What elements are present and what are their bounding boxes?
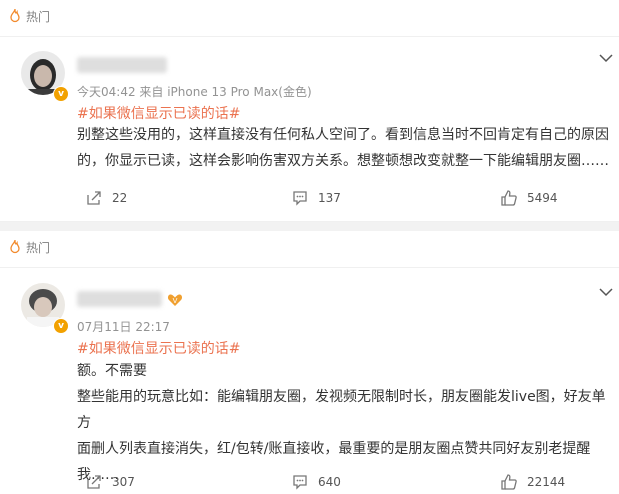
post-text-line: 面删人列表直接消失，红/包转/账直接收，最重要的是朋友圈点赞共同好友别老提醒 <box>77 441 591 457</box>
like-button[interactable]: 22144 <box>501 474 565 490</box>
hashtag-link[interactable]: #如果微信显示已读的话# <box>77 103 240 123</box>
hot-header: 热门 <box>8 6 50 26</box>
member-badge-icon: V <box>167 292 183 306</box>
like-count: 5494 <box>527 191 558 205</box>
verified-badge-icon: v <box>53 318 69 334</box>
thumbs-up-icon <box>501 190 517 206</box>
repost-button[interactable]: 22 <box>86 190 127 206</box>
hot-label: 热门 <box>26 240 51 255</box>
chevron-down-icon[interactable] <box>599 48 613 63</box>
post-meta: 07月11日 22:17 <box>77 320 170 334</box>
hashtag-link[interactable]: #如果微信显示已读的话# <box>77 338 240 358</box>
svg-text:V: V <box>173 297 178 305</box>
post-text-line: 整些能用的玩意比如：能编辑朋友圈，发视频无限制时长，朋友圈能发live图，好友单… <box>77 389 606 431</box>
repost-count: 307 <box>112 475 135 489</box>
post-meta: 今天04:42 来自 iPhone 13 Pro Max(金色) <box>77 85 312 99</box>
comment-icon <box>293 475 307 490</box>
like-button[interactable]: 5494 <box>501 190 558 206</box>
chevron-down-icon[interactable] <box>599 282 613 297</box>
like-count: 22144 <box>527 475 566 489</box>
repost-button[interactable]: 307 <box>86 474 135 490</box>
flame-icon <box>8 240 22 254</box>
flame-icon <box>8 9 22 23</box>
comment-button[interactable]: 137 <box>292 190 341 206</box>
post-text: 别整这些没用的，这样直接没有任何私人空间了。看到信息当时不回肯定有自己的原因 的… <box>77 122 612 174</box>
post-text-line: 的，你显示已读，这样会影响伤害双方关系。想整顿想改变就整一下能编辑朋友圈…… <box>77 153 609 169</box>
post-text: 额。不需要 整些能用的玩意比如：能编辑朋友圈，发视频无限制时长，朋友圈能发liv… <box>77 358 612 488</box>
repost-icon <box>87 191 101 205</box>
hot-label: 热门 <box>26 9 51 24</box>
comment-icon <box>293 191 307 206</box>
post-card: 热门 v V 07月11日 22:17 #如果微信显示已读的话# 额。不需要 整… <box>0 231 619 494</box>
hot-header: 热门 <box>8 237 50 257</box>
username-blurred[interactable] <box>77 57 167 73</box>
post-card: 热门 v 今天04:42 来自 iPhone 13 Pro Max(金色) #如… <box>0 0 619 222</box>
verified-badge-icon: v <box>53 86 69 102</box>
thumbs-up-icon <box>501 474 517 490</box>
repost-icon <box>87 475 101 489</box>
comment-count: 137 <box>318 191 341 205</box>
repost-count: 22 <box>112 191 128 205</box>
post-text-line: 额。不需要 <box>77 363 147 379</box>
comment-count: 640 <box>318 475 341 489</box>
comment-button[interactable]: 640 <box>292 474 341 490</box>
username-blurred[interactable] <box>77 291 162 307</box>
post-text-line: 别整这些没用的，这样直接没有任何私人空间了。看到信息当时不回肯定有自己的原因 <box>77 127 609 143</box>
